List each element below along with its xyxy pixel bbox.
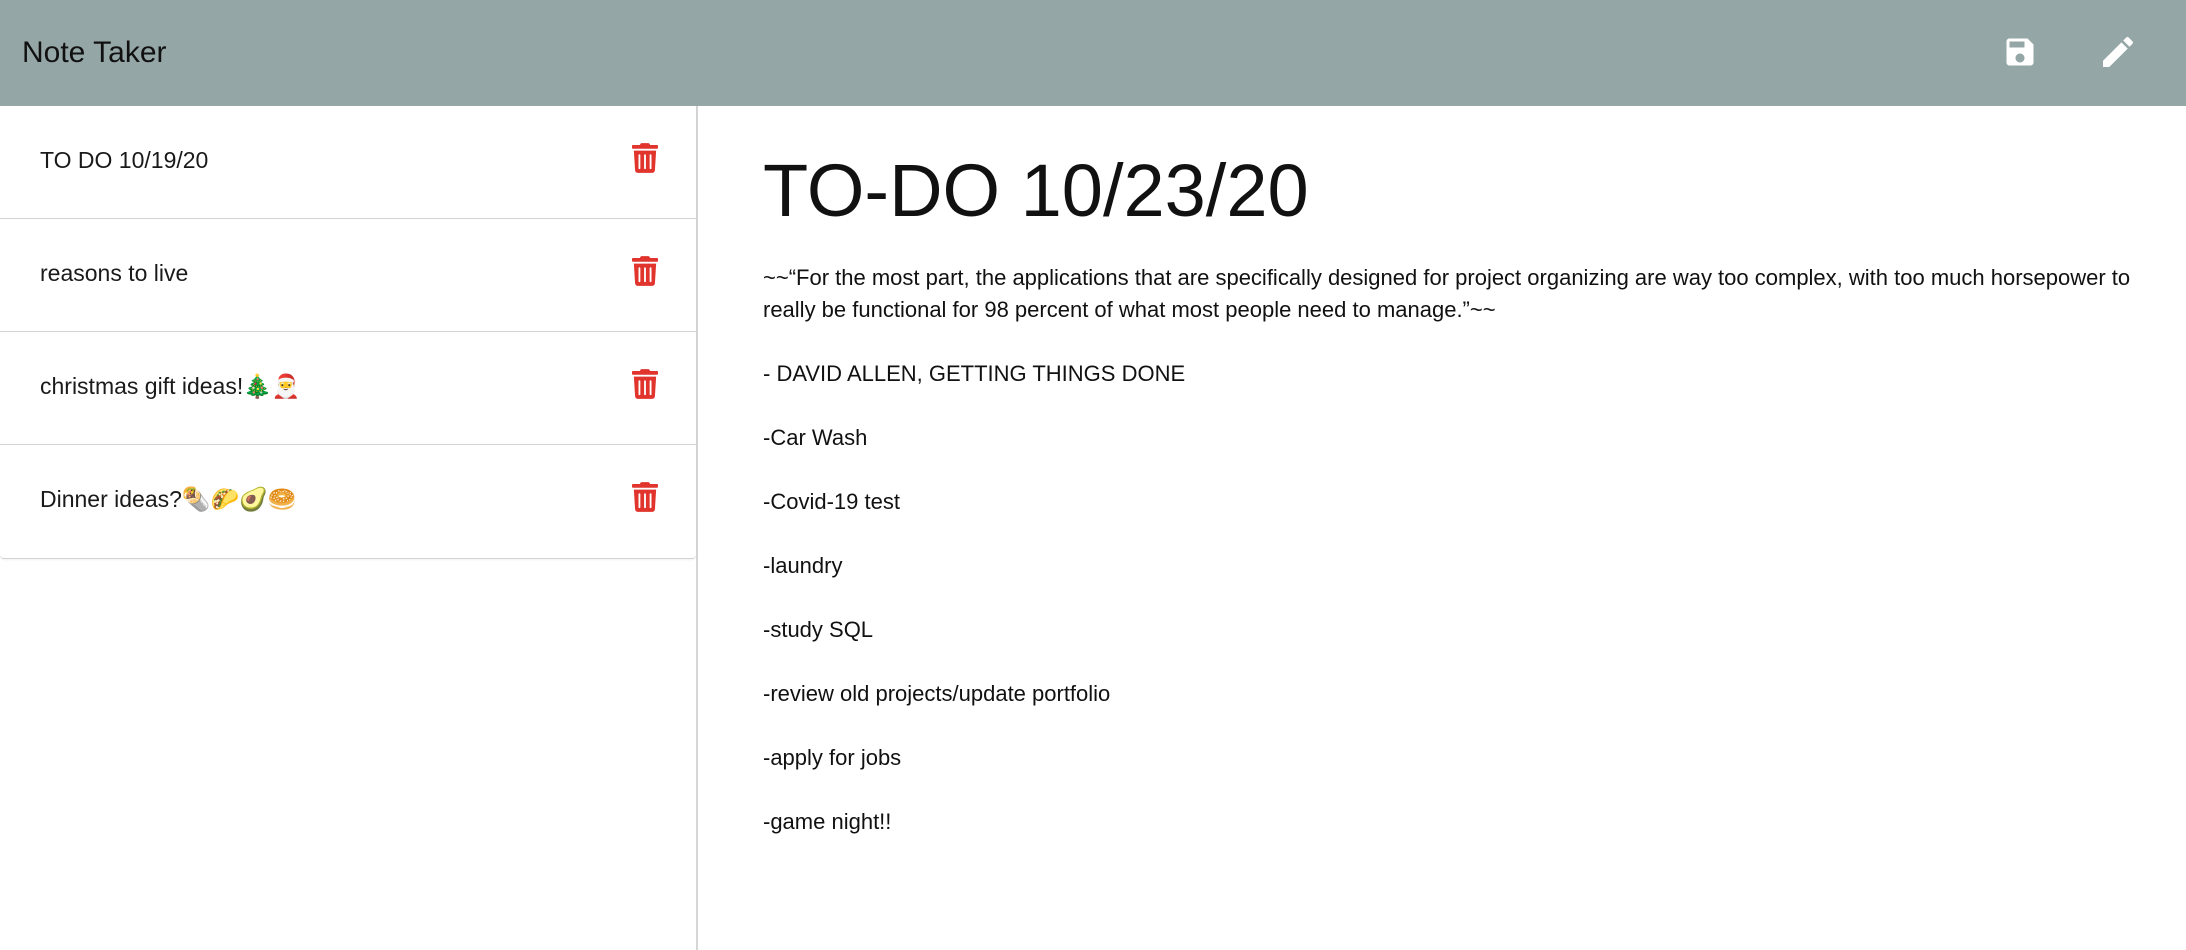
trash-icon[interactable] <box>632 142 658 174</box>
note-line: -game night!! <box>763 809 892 834</box>
note-line: -Covid-19 test <box>763 489 900 514</box>
note-title[interactable]: reasons to live <box>40 257 188 289</box>
note-line: - DAVID ALLEN, GETTING THINGS DONE <box>763 361 1186 386</box>
save-note-button[interactable] <box>1996 28 2044 76</box>
list-item[interactable]: reasons to live <box>0 219 696 332</box>
note-title[interactable]: TO DO 10/19/20 <box>40 144 208 176</box>
note-line: -laundry <box>763 553 843 578</box>
note-line: -review old projects/update portfolio <box>763 681 1111 706</box>
trash-icon[interactable] <box>632 368 658 400</box>
note-line: -Car Wash <box>763 425 868 450</box>
new-note-button[interactable] <box>2094 28 2142 76</box>
note-editor: TO-DO 10/23/20 ~~“For the most part, the… <box>698 106 2186 950</box>
note-list: TO DO 10/19/20 reasons to live christmas… <box>0 106 696 559</box>
note-line: -study SQL <box>763 617 874 642</box>
note-title[interactable]: Dinner ideas?🌯🌮🥑🥯 <box>40 483 296 515</box>
app-title[interactable]: Note Taker <box>22 33 167 73</box>
save-icon <box>2006 38 2034 66</box>
note-title[interactable]: christmas gift ideas!🎄🎅 <box>40 370 301 402</box>
note-title-input[interactable]: TO-DO 10/23/20 <box>763 146 1309 236</box>
trash-icon[interactable] <box>632 255 658 287</box>
list-item[interactable]: TO DO 10/19/20 <box>0 106 696 219</box>
notes-sidebar: TO DO 10/19/20 reasons to live christmas… <box>0 106 698 950</box>
list-item[interactable]: Dinner ideas?🌯🌮🥑🥯 <box>0 445 696 558</box>
note-line: ~~“For the most part, the applications t… <box>763 265 2131 322</box>
note-text-area[interactable]: ~~“For the most part, the applications t… <box>763 262 2153 870</box>
note-line: -apply for jobs <box>763 745 902 770</box>
pencil-icon <box>2103 36 2134 67</box>
trash-icon[interactable] <box>632 481 658 513</box>
navbar: Note Taker <box>0 0 2186 106</box>
list-item[interactable]: christmas gift ideas!🎄🎅 <box>0 332 696 445</box>
